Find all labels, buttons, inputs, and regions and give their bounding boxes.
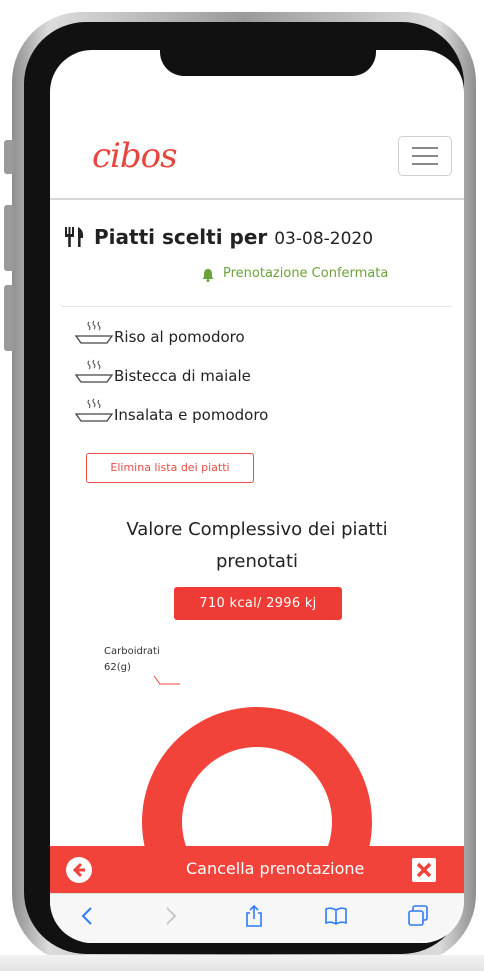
list-item: Insalata e pomodoro	[74, 396, 394, 426]
status-badge: Prenotazione Confermata	[223, 266, 389, 281]
plate-icon	[74, 398, 114, 422]
back-icon[interactable]	[76, 904, 100, 928]
volume-down-button	[4, 285, 14, 351]
cancel-booking-label[interactable]: Cancella prenotazione	[186, 859, 364, 878]
forward-icon[interactable]	[158, 904, 182, 928]
nutrition-donut-chart: Carboidrati 62(g)	[104, 646, 372, 872]
bookmarks-icon[interactable]	[324, 904, 348, 928]
list-item: Riso al pomodoro	[74, 318, 394, 348]
volume-up-button	[4, 205, 14, 271]
kcal-badge: 710 kcal/ 2996 kj	[174, 587, 342, 620]
delete-dishes-button[interactable]: Elimina lista dei piatti	[86, 453, 254, 483]
menu-button[interactable]	[398, 136, 452, 176]
hamburger-icon	[412, 147, 438, 149]
phone-notch	[160, 40, 376, 76]
section-divider	[62, 306, 452, 307]
plate-icon	[74, 359, 114, 383]
browser-toolbar	[50, 893, 464, 943]
annotation-label: Carboidrati	[104, 646, 160, 657]
page-title: Piatti scelti per 03-08-2020	[94, 225, 373, 249]
annotation-value: 62(g)	[104, 662, 131, 673]
fork-knife-icon	[65, 227, 84, 247]
booking-date: 03-08-2020	[274, 229, 374, 249]
dish-name: Riso al pomodoro	[114, 328, 245, 346]
tabs-icon[interactable]	[406, 904, 430, 928]
annotation-leader	[153, 675, 180, 685]
header-divider	[50, 198, 464, 200]
bell-icon	[202, 269, 214, 282]
share-icon[interactable]	[242, 904, 266, 928]
phone-screen: cibos Piatti scelti per 03-08-2020 Preno…	[50, 50, 464, 943]
cancel-booking-bar[interactable]: Cancella prenotazione	[50, 846, 464, 893]
back-arrow-icon[interactable]	[66, 857, 92, 883]
plate-icon	[74, 320, 114, 344]
side-button	[4, 140, 14, 174]
app-logo[interactable]: cibos	[92, 136, 178, 176]
dish-name: Insalata e pomodoro	[114, 406, 269, 424]
close-icon[interactable]	[412, 858, 436, 882]
page-bottom	[0, 955, 484, 971]
summary-title: Valore Complessivo dei piatti prenotati	[126, 519, 388, 572]
dish-name: Bistecca di maiale	[114, 367, 251, 385]
list-item: Bistecca di maiale	[74, 357, 394, 387]
title-prefix: Piatti scelti per	[94, 225, 268, 249]
